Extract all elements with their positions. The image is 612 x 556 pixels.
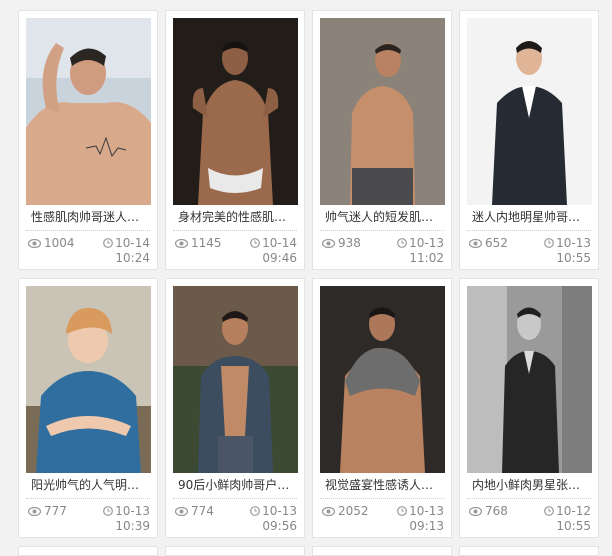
photo-thumbnail[interactable] <box>320 18 445 205</box>
photo-card[interactable]: 性感肌肉帅哥迷人浴... 1004 10-14 10:24 <box>18 10 158 270</box>
photo-card[interactable]: 迷人内地明星帅哥刘... 652 10-13 10:55 <box>459 10 599 270</box>
photo-card[interactable]: 内地小鲜肉男星张艺... 768 10-12 10:55 <box>459 278 599 538</box>
divider <box>173 230 297 231</box>
view-count: 2052 <box>322 504 369 518</box>
eye-icon <box>469 238 482 248</box>
view-count-value: 777 <box>44 504 67 518</box>
photo-card-partial[interactable] <box>18 546 158 556</box>
view-count-value: 652 <box>485 236 508 250</box>
photo-card[interactable]: 视觉盛宴性感诱人肌... 2052 10-13 09:13 <box>312 278 452 538</box>
card-title[interactable]: 迷人内地明星帅哥刘... <box>472 209 590 225</box>
card-title[interactable]: 90后小鲜肉帅哥户外... <box>178 477 296 493</box>
clock-icon <box>544 506 555 516</box>
card-title[interactable]: 性感肌肉帅哥迷人浴... <box>31 209 149 225</box>
photo-thumbnail[interactable] <box>320 286 445 473</box>
divider <box>467 230 591 231</box>
divider <box>26 230 150 231</box>
card-title[interactable]: 帅气迷人的短发肌肉... <box>325 209 443 225</box>
view-count: 1145 <box>175 236 222 250</box>
eye-icon <box>469 506 482 516</box>
eye-icon <box>322 238 335 248</box>
eye-icon <box>322 506 335 516</box>
date-value: 10-13 <box>409 236 444 250</box>
card-title[interactable]: 内地小鲜肉男星张艺... <box>472 477 590 493</box>
photo-card-partial[interactable] <box>312 546 452 556</box>
photo-thumbnail[interactable] <box>173 18 298 205</box>
post-date: 10-14 10:24 <box>103 236 150 266</box>
clock-icon <box>103 238 114 248</box>
time-value: 09:56 <box>262 519 297 533</box>
post-date: 10-13 09:13 <box>397 504 444 534</box>
clock-icon <box>544 238 555 248</box>
date-value: 10-13 <box>556 236 591 250</box>
clock-icon <box>250 506 261 516</box>
view-count: 777 <box>28 504 67 518</box>
divider <box>26 498 150 499</box>
view-count: 652 <box>469 236 508 250</box>
date-value: 10-13 <box>262 504 297 518</box>
clock-icon <box>250 238 261 248</box>
view-count-value: 774 <box>191 504 214 518</box>
photo-thumbnail[interactable] <box>173 286 298 473</box>
card-title[interactable]: 阳光帅气的人气明星... <box>31 477 149 493</box>
time-value: 11:02 <box>409 251 444 265</box>
clock-icon <box>397 238 408 248</box>
view-count: 774 <box>175 504 214 518</box>
divider <box>467 498 591 499</box>
date-value: 10-12 <box>556 504 591 518</box>
photo-card-partial[interactable] <box>165 546 305 556</box>
eye-icon <box>28 238 41 248</box>
divider <box>320 498 444 499</box>
post-date: 10-12 10:55 <box>544 504 591 534</box>
view-count: 768 <box>469 504 508 518</box>
photo-thumbnail[interactable] <box>26 286 151 473</box>
photo-card[interactable]: 阳光帅气的人气明星... 777 10-13 10:39 <box>18 278 158 538</box>
view-count: 1004 <box>28 236 75 250</box>
next-row-cards-partial <box>18 546 599 556</box>
post-date: 10-13 10:39 <box>103 504 150 534</box>
card-title[interactable]: 身材完美的性感肌肉... <box>178 209 296 225</box>
date-value: 10-14 <box>115 236 150 250</box>
view-count-value: 1145 <box>191 236 222 250</box>
photo-card-partial[interactable] <box>459 546 599 556</box>
post-date: 10-13 09:56 <box>250 504 297 534</box>
eye-icon <box>28 506 41 516</box>
clock-icon <box>103 506 114 516</box>
view-count-value: 938 <box>338 236 361 250</box>
divider <box>173 498 297 499</box>
divider <box>320 230 444 231</box>
photo-grid: 性感肌肉帅哥迷人浴... 1004 10-14 10:24 身材完美的性感肌肉.… <box>18 10 599 538</box>
photo-thumbnail[interactable] <box>467 286 592 473</box>
time-value: 09:46 <box>262 251 297 265</box>
date-value: 10-13 <box>409 504 444 518</box>
eye-icon <box>175 506 188 516</box>
time-value: 10:55 <box>556 251 591 265</box>
view-count-value: 768 <box>485 504 508 518</box>
post-date: 10-14 09:46 <box>250 236 297 266</box>
post-date: 10-13 10:55 <box>544 236 591 266</box>
clock-icon <box>397 506 408 516</box>
date-value: 10-14 <box>262 236 297 250</box>
view-count: 938 <box>322 236 361 250</box>
photo-card[interactable]: 身材完美的性感肌肉... 1145 10-14 09:46 <box>165 10 305 270</box>
eye-icon <box>175 238 188 248</box>
photo-thumbnail[interactable] <box>26 18 151 205</box>
time-value: 09:13 <box>409 519 444 533</box>
time-value: 10:39 <box>115 519 150 533</box>
view-count-value: 1004 <box>44 236 75 250</box>
photo-card[interactable]: 90后小鲜肉帅哥户外... 774 10-13 09:56 <box>165 278 305 538</box>
time-value: 10:55 <box>556 519 591 533</box>
post-date: 10-13 11:02 <box>397 236 444 266</box>
photo-card[interactable]: 帅气迷人的短发肌肉... 938 10-13 11:02 <box>312 10 452 270</box>
date-value: 10-13 <box>115 504 150 518</box>
card-title[interactable]: 视觉盛宴性感诱人肌... <box>325 477 443 493</box>
photo-thumbnail[interactable] <box>467 18 592 205</box>
time-value: 10:24 <box>115 251 150 265</box>
view-count-value: 2052 <box>338 504 369 518</box>
